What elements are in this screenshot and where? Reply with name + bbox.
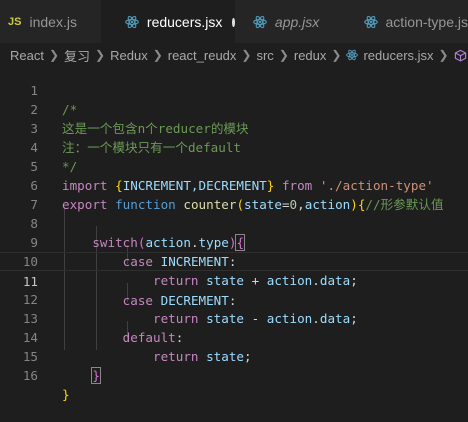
matched-brace: } [91, 367, 101, 384]
code-text: } [62, 366, 101, 385]
code-line: 13 default: [0, 290, 468, 345]
tab-index-js[interactable]: JS index.js [0, 0, 101, 43]
code-line-current: 11 case DECREMENT: [0, 252, 468, 308]
tab-label: index.js [29, 14, 77, 30]
tab-label: reducers.jsx [146, 14, 223, 30]
breadcrumb-item[interactable]: Redux [110, 48, 148, 63]
code-line: 14 return state; [0, 309, 468, 364]
breadcrumb-item[interactable]: React [10, 48, 44, 63]
breadcrumb-item[interactable]: src [256, 48, 273, 63]
breadcrumb-item-symbol[interactable]: counter [454, 48, 468, 63]
code-line: 3 注：一个模块只有一个default [0, 100, 468, 155]
code-editor[interactable]: 1 /* 2 这是一个包含n个reducer的模块 3 注：一个模块只有一个de… [0, 62, 468, 422]
chevron-right-icon: ❯ [152, 48, 163, 62]
code-line: 10 return state + action.data; [0, 233, 468, 288]
breadcrumb-file-label: reducers.jsx [363, 47, 434, 63]
code-text: } [62, 385, 70, 404]
chevron-right-icon: ❯ [241, 48, 252, 62]
line-number: 16 [22, 368, 38, 383]
code-line: 7 [0, 176, 468, 212]
code-line: 6 export function counter(state=0,action… [0, 157, 468, 212]
code-line: 2 这是一个包含n个reducer的模块 [0, 81, 468, 136]
brace: } [62, 387, 70, 402]
chevron-right-icon: ❯ [48, 48, 60, 62]
chevron-right-icon: ❯ [278, 48, 289, 62]
react-file-icon [346, 49, 359, 61]
code-line: 9 case INCREMENT: [0, 214, 468, 269]
chevron-right-icon: ❯ [331, 48, 342, 62]
tab-action-type-js[interactable]: action-type.js [350, 0, 468, 43]
code-line: 1 /* [0, 62, 468, 117]
tab-app-jsx[interactable]: app.jsx [235, 0, 350, 43]
code-line: 8 switch(action.type){ [0, 195, 468, 251]
chevron-right-icon: ❯ [438, 48, 449, 62]
editor-tab-bar: JS index.js reducers.jsx app.jsx action-… [0, 0, 468, 44]
chevron-right-icon: ❯ [95, 48, 106, 62]
react-file-icon [363, 15, 378, 29]
js-file-icon: JS [8, 16, 22, 28]
tab-label: app.jsx [274, 14, 320, 30]
code-line: 12 return state - action.data; [0, 271, 468, 326]
breadcrumb-item-file[interactable]: reducers.jsx [346, 47, 434, 63]
tab-label: action-type.js [385, 14, 468, 30]
breadcrumb-item[interactable]: redux [294, 48, 327, 63]
code-line: 5 import {INCREMENT,DECREMENT} from './a… [0, 138, 468, 193]
code-line: 15 } [0, 328, 468, 384]
cube-icon [454, 49, 467, 62]
react-file-icon [253, 15, 267, 29]
code-line: 16 } [0, 347, 468, 402]
breadcrumb-item[interactable]: react_reudx [168, 48, 237, 63]
tab-reducers-jsx[interactable]: reducers.jsx [100, 0, 235, 43]
code-line: 4 */ [0, 119, 468, 174]
react-file-icon [125, 15, 139, 29]
